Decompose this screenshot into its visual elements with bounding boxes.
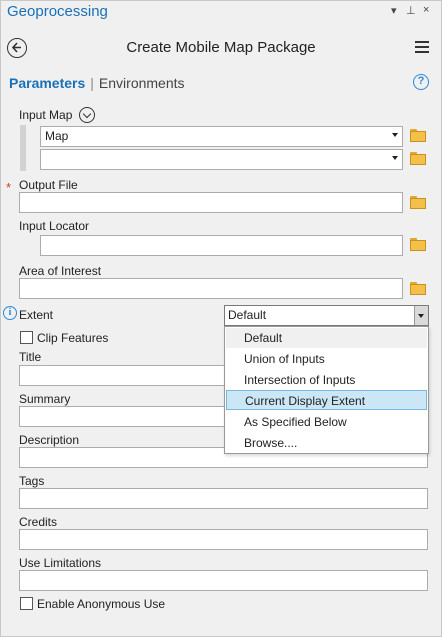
input-map-select-2[interactable]: [40, 149, 403, 170]
use-limitations-label: Use Limitations: [19, 556, 102, 570]
folder-icon[interactable]: [410, 282, 426, 295]
pane-options-icon[interactable]: ▾: [391, 4, 397, 17]
clip-features-label: Clip Features: [37, 331, 109, 345]
help-icon[interactable]: ?: [413, 74, 429, 90]
title-label: Title: [19, 350, 42, 364]
input-locator-label: Input Locator: [19, 219, 90, 233]
dropdown-arrow-icon: [392, 156, 398, 160]
area-of-interest-label: Area of Interest: [19, 264, 102, 278]
geoprocessing-pane: Geoprocessing ▾ ⊥ × Create Mobile Map Pa…: [0, 0, 442, 637]
enable-anonymous-use-checkbox[interactable]: [20, 597, 33, 610]
output-file-input[interactable]: [19, 192, 403, 213]
pin-icon[interactable]: ⊥: [406, 4, 416, 17]
use-limitations-input[interactable]: [19, 570, 428, 591]
tool-header: Create Mobile Map Package: [1, 31, 441, 65]
tab-divider: |: [90, 75, 94, 91]
pane-titlebar: Geoprocessing ▾ ⊥ ×: [1, 1, 441, 25]
tab-environments[interactable]: Environments: [99, 75, 185, 91]
enable-anonymous-use-label: Enable Anonymous Use: [37, 597, 166, 611]
dropdown-arrow-icon: [392, 133, 398, 137]
input-map-value-1: Map: [45, 129, 69, 143]
dropdown-arrow-icon[interactable]: [414, 306, 428, 325]
extent-option-as-specified-below[interactable]: As Specified Below: [226, 412, 427, 432]
required-indicator: *: [6, 180, 12, 195]
hamburger-menu-icon[interactable]: [415, 41, 429, 53]
close-icon[interactable]: ×: [423, 4, 429, 16]
extent-dropdown-list: Default Union of Inputs Intersection of …: [224, 326, 429, 454]
folder-icon[interactable]: [410, 196, 426, 209]
credits-label: Credits: [19, 515, 58, 529]
tags-label: Tags: [19, 474, 45, 488]
info-icon[interactable]: i: [3, 306, 17, 320]
extent-option-browse[interactable]: Browse....: [226, 433, 427, 453]
extent-label: Extent: [19, 308, 54, 322]
output-file-label: Output File: [19, 178, 78, 192]
folder-icon[interactable]: [410, 238, 426, 251]
chevron-down-icon[interactable]: [79, 107, 95, 123]
area-of-interest-input[interactable]: [19, 278, 403, 299]
tab-parameters[interactable]: Parameters: [9, 75, 85, 91]
extent-select[interactable]: Default: [224, 305, 429, 326]
folder-icon[interactable]: [410, 152, 426, 165]
extent-option-default[interactable]: Default: [226, 328, 427, 348]
input-map-select-1[interactable]: Map: [40, 126, 403, 147]
extent-option-intersection-of-inputs[interactable]: Intersection of Inputs: [226, 370, 427, 390]
tool-title: Create Mobile Map Package: [126, 39, 316, 56]
input-map-label: Input Map: [19, 108, 73, 122]
description-label: Description: [19, 433, 80, 447]
credits-input[interactable]: [19, 529, 428, 550]
summary-label: Summary: [19, 392, 71, 406]
tab-bar: Parameters | Environments: [9, 75, 185, 91]
input-locator-input[interactable]: [40, 235, 403, 256]
extent-value: Default: [228, 308, 267, 322]
tags-input[interactable]: [19, 488, 428, 509]
folder-icon[interactable]: [410, 129, 426, 142]
pane-title: Geoprocessing: [7, 3, 108, 20]
input-map-group-bar: [20, 125, 26, 171]
extent-option-current-display-extent[interactable]: Current Display Extent: [226, 390, 427, 410]
clip-features-checkbox[interactable]: [20, 331, 33, 344]
extent-option-union-of-inputs[interactable]: Union of Inputs: [226, 349, 427, 369]
